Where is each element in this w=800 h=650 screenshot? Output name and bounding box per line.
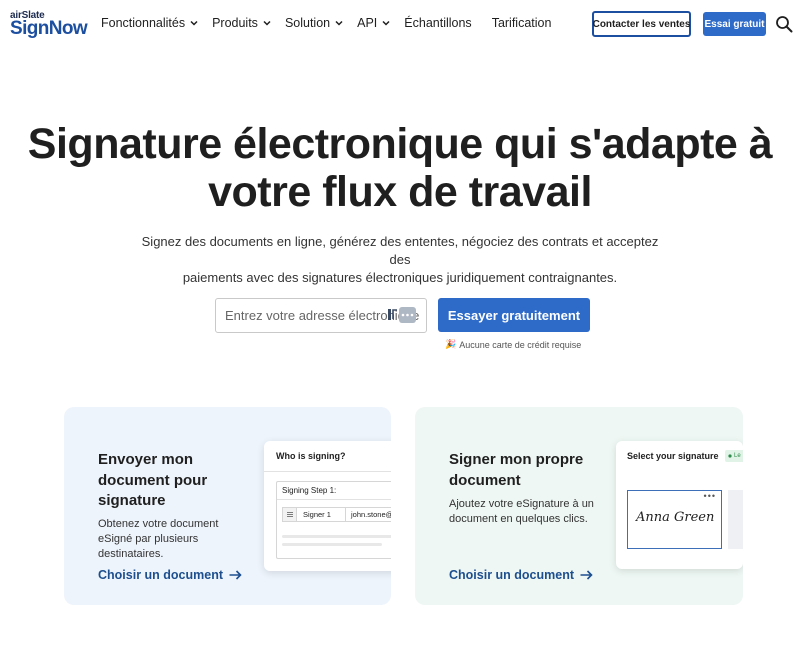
card-title: Envoyer mon document pour signature: [98, 451, 208, 509]
next-signature-option: [728, 490, 743, 549]
preview-heading: Who is signing?: [276, 451, 346, 461]
signing-step-label: Signing Step 1:: [282, 486, 337, 495]
signer-row: Signer 1 john.stone@: [282, 507, 391, 522]
menu-item-label: API: [357, 16, 378, 30]
status-badge: Le: [725, 450, 743, 462]
hero-subtitle-line2: paiements avec des signatures électroniq…: [182, 270, 618, 285]
hero-title: Signature électronique qui s'adapte à vo…: [0, 120, 800, 216]
hero-title-line2: votre flux de travail: [208, 168, 592, 216]
search-icon[interactable]: [775, 15, 793, 33]
menu-item-produits[interactable]: Produits: [212, 16, 271, 30]
top-nav: airSlate SignNow Fonctionnalités Produit…: [0, 0, 800, 48]
signnow-logo[interactable]: airSlate SignNow: [10, 10, 88, 40]
chevron-down-icon: [382, 20, 390, 26]
placeholder-bar: [282, 543, 382, 546]
no-credit-card-text: Aucune carte de crédit requise: [459, 339, 582, 350]
choose-document-link[interactable]: Choisir un document: [449, 568, 593, 582]
card-text: Ajoutez votre eSignature à un document e…: [449, 498, 594, 525]
who-is-signing-preview: Who is signing? Signing Step 1: Signer 1…: [264, 441, 391, 571]
logo-brand-name: SignNow: [10, 18, 88, 39]
placeholder-bar: [282, 535, 391, 538]
menu-item-label: Fonctionnalités: [101, 16, 186, 30]
signer-role: Signer 1: [297, 508, 346, 521]
no-credit-card-note: 🎉 Aucune carte de crédit requise: [445, 339, 581, 350]
menu-item-tarification[interactable]: Tarification: [492, 16, 552, 30]
menu-item-label: Produits: [212, 16, 258, 30]
chevron-down-icon: [335, 20, 343, 26]
chevron-down-icon: [263, 20, 271, 26]
card-text: Obtenez votre document eSigné par plusie…: [98, 518, 219, 560]
main-menu: Fonctionnalités Produits Solution API Éc…: [101, 16, 571, 30]
arrow-right-icon: [229, 570, 242, 580]
autofill-extension-icon[interactable]: [388, 307, 416, 323]
menu-item-solution[interactable]: Solution: [285, 16, 343, 30]
signing-step-box: Signing Step 1: Signer 1 john.stone@: [276, 481, 391, 559]
signer-email: john.stone@: [351, 510, 391, 519]
try-free-button[interactable]: Essayer gratuitement: [438, 298, 590, 332]
drag-handle-icon: [283, 508, 297, 521]
menu-item-fonctionnalites[interactable]: Fonctionnalités: [101, 16, 198, 30]
free-trial-button[interactable]: Essai gratuit: [703, 12, 766, 36]
menu-item-label: Tarification: [491, 16, 552, 30]
hero-title-line1: Signature électronique qui s'adapte à: [27, 120, 773, 168]
choose-document-link[interactable]: Choisir un document: [98, 568, 242, 582]
contact-sales-button[interactable]: Contacter les ventes: [592, 11, 691, 37]
status-badge-label: Le: [734, 453, 741, 459]
card-link-label: Choisir un document: [449, 568, 574, 582]
more-options-icon: •••: [703, 491, 716, 501]
party-popper-icon: 🎉: [445, 339, 457, 349]
sign-own-document-card[interactable]: Signer mon propre document Ajoutez votre…: [415, 407, 743, 605]
card-title: Signer mon propre document: [449, 451, 584, 489]
chevron-down-icon: [190, 20, 198, 26]
status-dot-icon: [728, 454, 732, 458]
divider: [277, 499, 391, 500]
send-document-card[interactable]: Envoyer mon document pour signature Obte…: [64, 407, 391, 605]
menu-item-api[interactable]: API: [357, 16, 390, 30]
menu-item-label: Échantillons: [404, 16, 472, 30]
arrow-right-icon: [580, 570, 593, 580]
signature-option: ••• Anna Green: [627, 490, 722, 549]
signature-text: Anna Green: [636, 510, 715, 525]
preview-heading: Select your signature: [627, 451, 719, 461]
menu-item-echantillons[interactable]: Échantillons: [404, 16, 471, 30]
card-link-label: Choisir un document: [98, 568, 223, 582]
hero-subtitle-line1: Signez des documents en ligne, générez d…: [141, 234, 659, 267]
hero-subtitle: Signez des documents en ligne, générez d…: [140, 233, 660, 287]
divider: [264, 471, 391, 472]
select-signature-preview: Select your signature Le ••• Anna Green: [616, 441, 743, 569]
menu-item-label: Solution: [284, 16, 331, 30]
